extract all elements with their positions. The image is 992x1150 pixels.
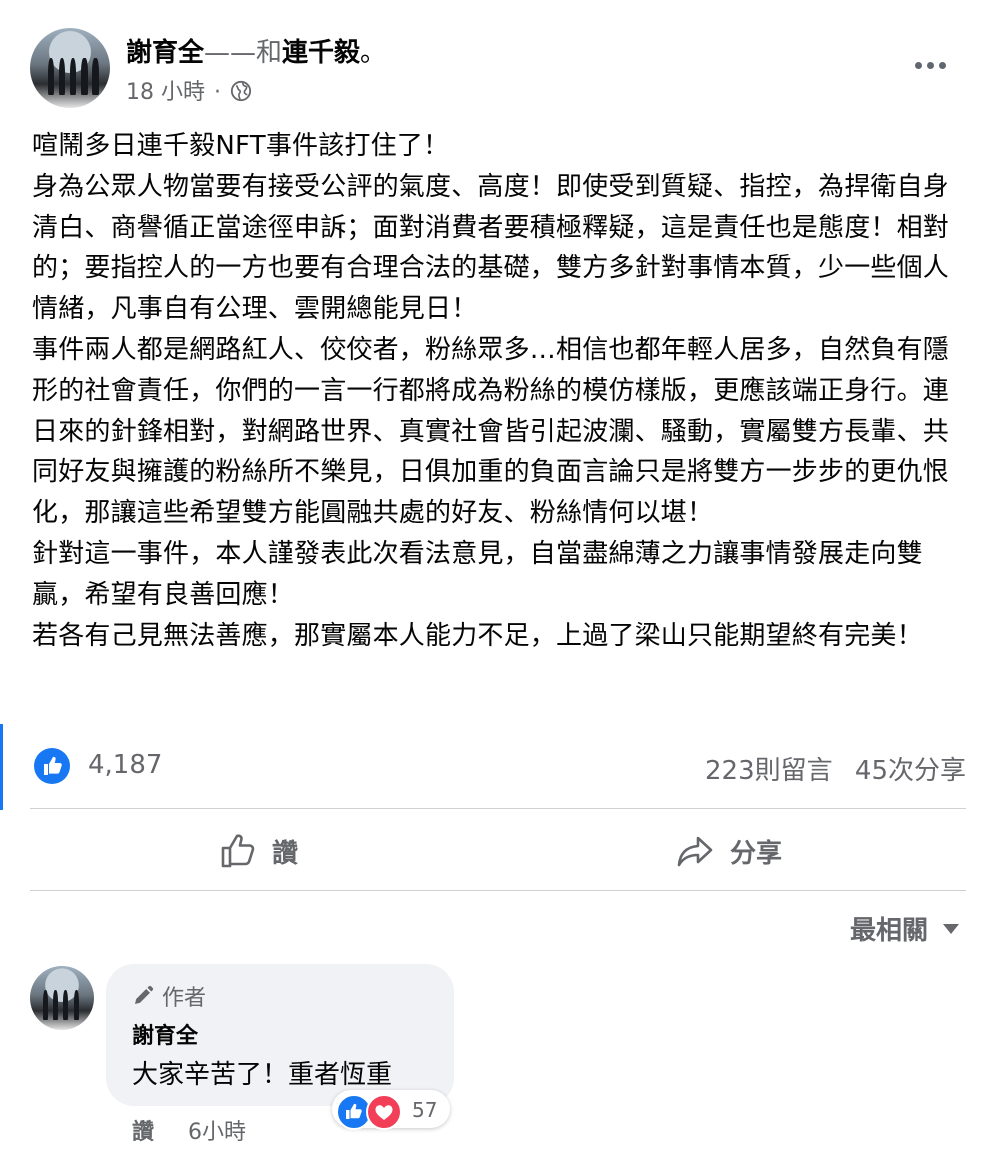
tagged-user-link[interactable]: 連千毅 (282, 38, 360, 68)
pencil-icon (135, 985, 154, 1004)
share-count-link[interactable]: 45次分享 (855, 756, 966, 786)
share-button[interactable]: 分享 (676, 826, 782, 876)
globe-icon (230, 80, 252, 102)
more-dot-icon (926, 61, 934, 69)
meta-dot: · (214, 80, 221, 105)
share-button-label: 分享 (730, 838, 783, 869)
author-role-badge: 作者 (132, 980, 206, 1012)
comment-count-link[interactable]: 223則留言 (705, 756, 833, 786)
author-avatar[interactable] (30, 28, 110, 108)
thumbs-up-icon (221, 834, 255, 868)
post-meta: 18 小時 · (126, 74, 252, 106)
more-options-button[interactable] (908, 50, 952, 80)
actions-divider (30, 890, 966, 891)
more-dot-icon (914, 61, 922, 69)
like-button[interactable]: 讚 (218, 826, 298, 876)
tag-separator: ——和 (204, 38, 283, 68)
comment-reaction-count: 57 (412, 1098, 438, 1122)
sort-label: 最相關 (849, 916, 928, 946)
tag-suffix: 。 (360, 38, 387, 68)
love-reaction-icon (366, 1094, 402, 1130)
role-label: 作者 (162, 986, 207, 1011)
post-header-title: 謝育全——和連千毅。 (126, 32, 386, 69)
commenter-avatar[interactable] (30, 966, 94, 1030)
post-time-link[interactable]: 18 小時 (126, 80, 205, 105)
comment-sort-dropdown[interactable]: 最相關 (850, 910, 960, 947)
post-body: 喧鬧多日連千毅NFT事件該打住了！ 身為公眾人物當要有接受公評的氣度、高度！即使… (32, 131, 950, 651)
caret-down-icon (943, 923, 959, 934)
post-stats: 223則留言 45次分享 (705, 750, 966, 787)
like-reaction-icon[interactable] (34, 748, 70, 784)
more-dot-icon (938, 61, 946, 69)
author-name-link[interactable]: 謝育全 (126, 38, 204, 68)
comment-text: 大家辛苦了！重者恆重 (132, 1060, 393, 1090)
reaction-count[interactable]: 4,187 (88, 750, 162, 780)
stats-divider (30, 808, 966, 809)
comment-author-link[interactable]: 謝育全 (132, 1018, 198, 1050)
like-button-label: 讚 (272, 838, 299, 869)
comment-like-button[interactable]: 讚 (132, 1114, 154, 1146)
share-arrow-icon (677, 836, 713, 867)
focus-accent-bar (0, 724, 3, 810)
comment-time-link[interactable]: 6小時 (188, 1114, 246, 1146)
